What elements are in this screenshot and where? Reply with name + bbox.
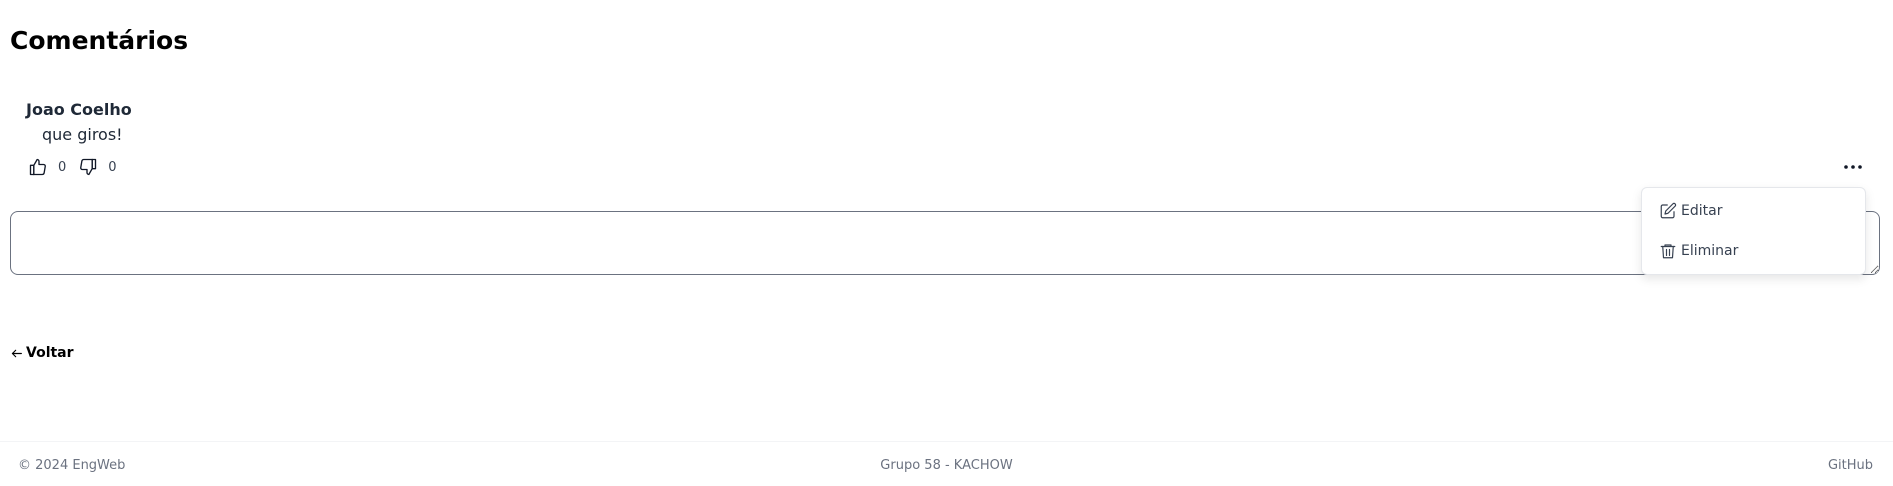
menu-item-edit-label: Editar: [1681, 203, 1723, 219]
footer-team: Grupo 58 - KACHOW: [880, 458, 1013, 473]
back-link-label: Voltar: [26, 345, 74, 361]
dislike-button[interactable]: [76, 155, 100, 179]
back-link[interactable]: Voltar: [10, 345, 74, 361]
menu-item-delete-label: Eliminar: [1681, 243, 1739, 259]
edit-icon: [1659, 202, 1677, 220]
arrow-left-icon: [10, 347, 23, 360]
comment-text: que giros!: [42, 125, 123, 144]
thumbs-up-icon: [29, 158, 46, 176]
menu-item-delete[interactable]: Eliminar: [1659, 238, 1738, 264]
thumbs-down-icon: [80, 158, 97, 176]
comment-author: Joao Coelho: [26, 100, 132, 119]
footer: © 2024 EngWeb Grupo 58 - KACHOW GitHub: [0, 441, 1893, 486]
like-count: 0: [58, 159, 67, 175]
like-button[interactable]: [26, 155, 50, 179]
menu-item-edit[interactable]: Editar: [1659, 198, 1722, 224]
dislike-count: 0: [108, 159, 117, 175]
trash-icon: [1659, 242, 1677, 260]
ellipsis-icon: [1844, 165, 1862, 169]
section-title: Comentários: [10, 26, 189, 55]
comment-options-button[interactable]: [1840, 155, 1866, 179]
footer-github-link[interactable]: GitHub: [1828, 458, 1873, 473]
comment-input[interactable]: [10, 211, 1880, 275]
page: Comentários Joao Coelho que giros! 0 0 E…: [0, 0, 1893, 486]
comment-votes: 0 0: [26, 155, 127, 179]
